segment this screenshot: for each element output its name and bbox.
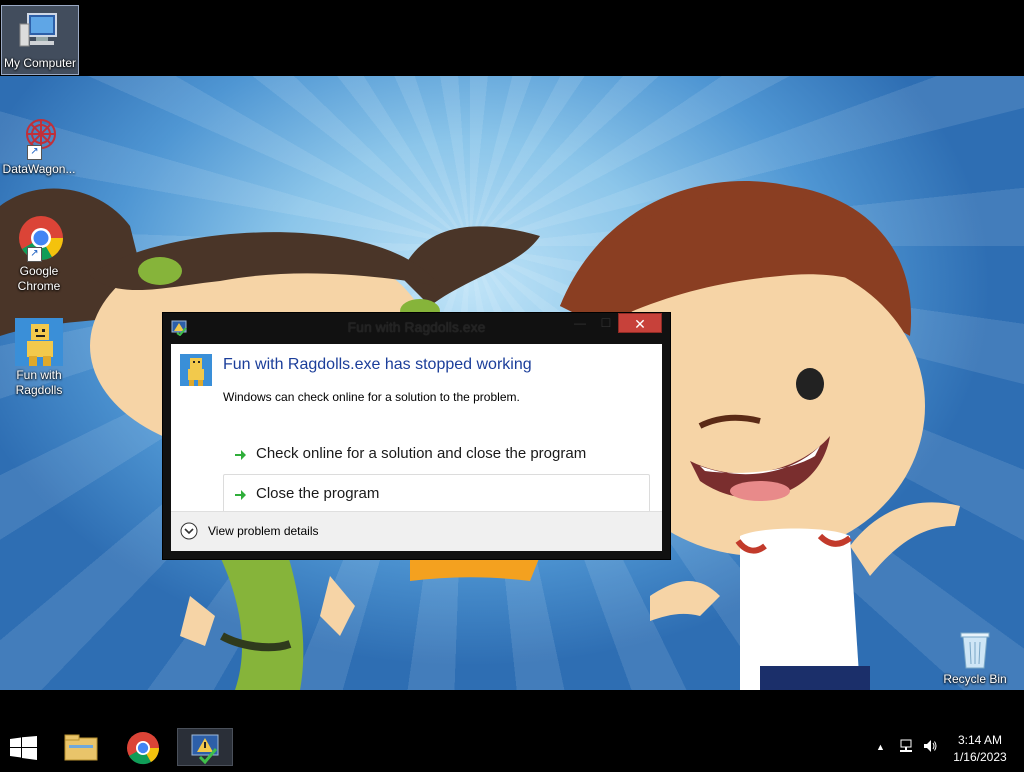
desktop-icon-label: Fun with Ragdolls <box>15 368 63 397</box>
desktop-icon-datawagon[interactable]: ↗ DataWagon... <box>1 112 77 177</box>
taskbar-clock[interactable]: 3:14 AM 1/16/2023 <box>948 732 1012 766</box>
file-explorer-icon <box>64 734 98 761</box>
command-link-label: Check online for a solution and close th… <box>256 445 587 462</box>
desktop-icon-google-chrome[interactable]: ↗ Google Chrome <box>1 214 77 294</box>
green-arrow-icon <box>232 447 248 463</box>
desktop-icon-label: DataWagon... <box>2 162 76 176</box>
view-problem-details-link[interactable]: View problem details <box>208 524 319 538</box>
green-arrow-icon <box>232 487 248 503</box>
desktop-icon-my-computer[interactable]: My Computer <box>1 5 79 75</box>
clock-date: 1/16/2023 <box>953 750 1007 764</box>
error-reporting-icon <box>191 734 219 765</box>
dialog-footer: View problem details <box>171 511 662 551</box>
error-dialog: Fun with Ragdolls.exe — ☐ ✕ Fun with Rag… <box>163 313 670 559</box>
minimize-button[interactable]: — <box>567 313 593 333</box>
taskbar-error-reporting[interactable] <box>177 728 233 766</box>
shortcut-arrow-icon: ↗ <box>27 145 42 160</box>
desktop-icon-label: My Computer <box>3 56 77 70</box>
ragdoll-app-icon <box>15 318 63 366</box>
dialog-titlebar[interactable]: Fun with Ragdolls.exe — ☐ ✕ <box>163 313 670 343</box>
taskbar-chrome[interactable] <box>115 728 171 766</box>
check-online-command-link[interactable]: Check online for a solution and close th… <box>223 434 650 474</box>
start-button[interactable] <box>10 736 38 760</box>
recycle-bin-icon <box>951 630 999 670</box>
clock-time: 3:14 AM <box>957 733 1003 747</box>
network-icon[interactable] <box>898 738 914 757</box>
taskbar: ▲ 3:14 AM 1/16/2023 <box>0 712 1024 768</box>
taskbar-file-explorer[interactable] <box>53 728 109 766</box>
desktop-icon-fun-with-ragdolls[interactable]: Fun with Ragdolls <box>1 318 77 398</box>
datawagon-icon: ↗ <box>15 112 63 160</box>
tray-show-hidden-icon[interactable]: ▲ <box>876 742 885 752</box>
supplemental-instruction: Windows can check online for a solution … <box>223 390 520 404</box>
dialog-content: Fun with Ragdolls.exe has stopped workin… <box>171 344 662 514</box>
close-button[interactable]: ✕ <box>618 313 662 333</box>
computer-icon <box>16 6 64 54</box>
command-link-label: Close the program <box>256 485 380 502</box>
ragdoll-app-icon <box>180 354 212 386</box>
shortcut-arrow-icon: ↗ <box>27 247 42 262</box>
windows-logo-icon <box>10 736 37 760</box>
chrome-icon: ↗ <box>15 214 63 262</box>
expand-chevron-icon[interactable] <box>180 522 198 540</box>
desktop-icon-recycle-bin[interactable]: Recycle Bin <box>937 630 1013 687</box>
close-program-command-link[interactable]: Close the program <box>223 474 650 514</box>
desktop-icon-label: Google Chrome <box>17 264 61 293</box>
desktop-icon-label: Recycle Bin <box>943 672 1007 686</box>
maximize-button[interactable]: ☐ <box>593 313 619 333</box>
main-instruction: Fun with Ragdolls.exe has stopped workin… <box>223 356 532 373</box>
chrome-icon <box>127 732 160 765</box>
volume-icon[interactable] <box>922 738 938 757</box>
